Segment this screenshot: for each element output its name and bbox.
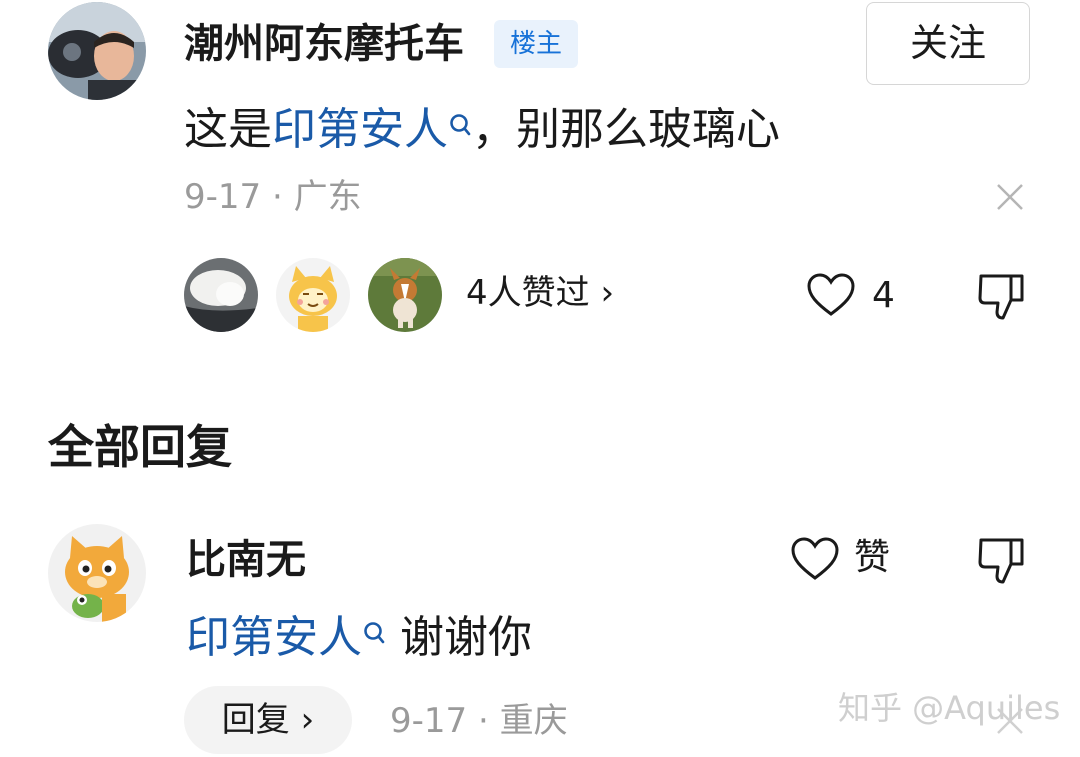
content-link-text[interactable]: 印第安人 [272,104,448,155]
reply-content: 印第安人 谢谢你 [186,616,532,660]
watermark: 知乎 @Aquiles [838,689,1061,727]
likers-label[interactable]: 4人赞过 [466,273,590,313]
chevron-right-icon: › [600,273,615,313]
liker-avatar-dog[interactable] [368,258,442,332]
reply-author-avatar[interactable] [48,524,146,622]
heart-icon [807,273,855,316]
reply-content-link[interactable]: 印第安人 [186,612,386,663]
like-button[interactable] [806,272,856,322]
reply-button[interactable]: 回复 › [184,686,352,754]
heart-icon [791,537,839,580]
comment-date: 9-17 [184,177,262,217]
reply-meta-separator: · [477,701,489,741]
reply-content-link-text[interactable]: 印第安人 [186,612,362,663]
likers-summary[interactable]: 4人赞过 › [466,276,614,310]
section-title: 全部回复 [48,420,232,474]
follow-button[interactable]: 关注 [866,2,1030,85]
comment-meta: 9-17 · 广东 [184,180,362,214]
reply-location: 重庆 [499,701,568,741]
author-avatar[interactable] [48,2,146,100]
dislike-button[interactable] [976,270,1026,326]
reply-like-label[interactable]: 赞 [854,540,890,576]
content-prefix: 这是 [184,104,272,155]
liker-avatar-cartoon[interactable] [276,258,350,332]
meta-separator: · [271,177,283,217]
content-suffix: ，别那么玻璃心 [472,104,780,155]
chevron-right-icon: › [300,700,315,740]
like-count: 4 [872,275,895,316]
reply-like-button[interactable] [790,536,840,586]
author-name[interactable]: 潮州阿东摩托车 [184,24,464,64]
reply-button-label[interactable]: 回复 [222,700,290,740]
reply-author-name[interactable]: 比南无 [186,540,306,580]
reply-content-suffix: 谢谢你 [400,612,532,663]
reply-date: 9-17 [390,701,468,741]
comment-location: 广东 [293,177,362,217]
dislike-icon [978,274,1024,320]
search-icon [362,614,386,658]
liker-avatar-cat[interactable] [184,258,258,332]
dislike-icon [978,538,1024,584]
comment-content: 这是印第安人 ，别那么玻璃心 [184,108,780,152]
search-icon [448,106,472,150]
close-icon[interactable] [995,182,1025,216]
reply-meta: 9-17 · 重庆 [390,704,568,738]
reply-dislike-button[interactable] [976,534,1026,590]
op-badge: 楼主 [494,20,578,68]
content-link[interactable]: 印第安人 [272,104,472,155]
